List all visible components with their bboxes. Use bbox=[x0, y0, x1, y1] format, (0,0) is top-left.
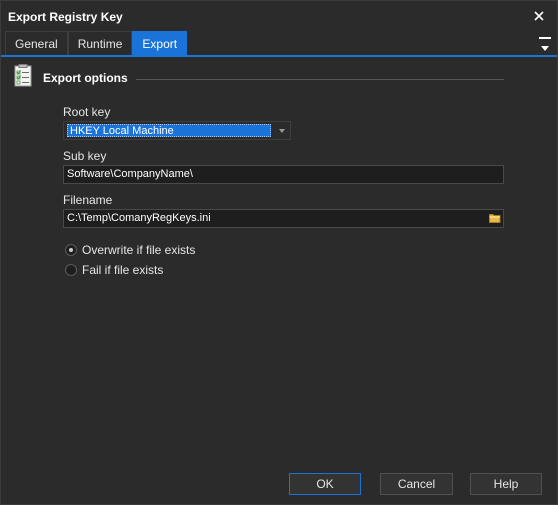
cancel-button[interactable]: Cancel bbox=[380, 473, 453, 495]
help-button[interactable]: Help bbox=[470, 473, 542, 495]
close-icon bbox=[534, 11, 544, 21]
filename-input[interactable]: C:\Temp\ComanyRegKeys.ini bbox=[63, 209, 504, 228]
filename-label: Filename bbox=[63, 193, 113, 207]
tab-underline bbox=[1, 55, 557, 57]
root-key-label: Root key bbox=[63, 105, 111, 119]
export-registry-key-dialog: Export Registry Key General Runtime Expo… bbox=[0, 0, 558, 505]
fail-option[interactable]: Fail if file exists bbox=[65, 263, 163, 277]
ok-button[interactable]: OK bbox=[289, 473, 361, 495]
chevron-down-icon bbox=[279, 129, 285, 133]
overwrite-radio[interactable] bbox=[65, 244, 77, 256]
chevron-down-icon bbox=[541, 46, 549, 51]
section-title: Export options bbox=[43, 71, 128, 85]
fail-label: Fail if file exists bbox=[82, 263, 164, 277]
folder-icon bbox=[489, 213, 501, 223]
close-button[interactable] bbox=[527, 5, 551, 27]
tab-export[interactable]: Export bbox=[132, 31, 188, 55]
overwrite-label: Overwrite if file exists bbox=[82, 243, 196, 257]
section-divider bbox=[136, 79, 504, 80]
overwrite-option[interactable]: Overwrite if file exists bbox=[65, 243, 195, 257]
browse-button[interactable] bbox=[487, 209, 503, 226]
tab-menu-button[interactable] bbox=[539, 37, 551, 51]
fail-radio[interactable] bbox=[65, 264, 77, 276]
checklist-icon bbox=[14, 64, 34, 88]
title-bar[interactable]: Export Registry Key bbox=[1, 1, 557, 31]
window-title: Export Registry Key bbox=[8, 10, 123, 24]
sub-key-input[interactable]: Software\CompanyName\ bbox=[63, 165, 504, 184]
tab-general[interactable]: General bbox=[5, 31, 68, 55]
tab-runtime[interactable]: Runtime bbox=[67, 31, 133, 55]
tab-strip: General Runtime Export bbox=[5, 31, 188, 55]
sub-key-label: Sub key bbox=[63, 149, 107, 163]
root-key-value: HKEY Local Machine bbox=[67, 124, 271, 137]
root-key-select[interactable]: HKEY Local Machine bbox=[63, 121, 291, 140]
menu-icon bbox=[539, 37, 551, 39]
